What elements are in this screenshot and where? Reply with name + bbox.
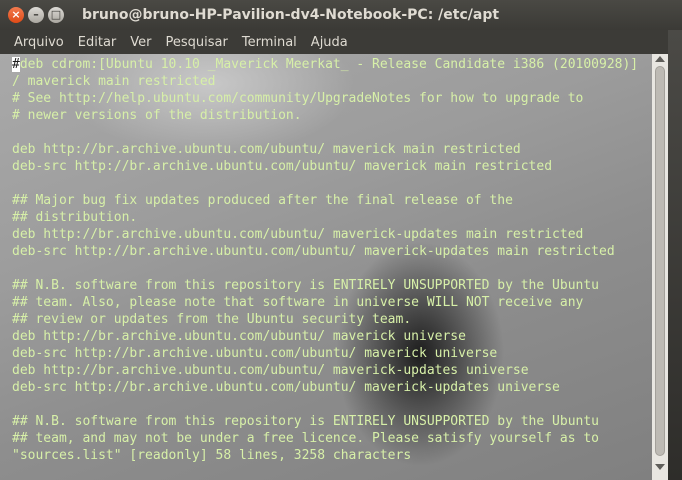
terminal-line: ## team. Also, please note that software… bbox=[12, 295, 584, 310]
terminal-line: #deb cdrom:[Ubuntu 10.10 _Maverick Meerk… bbox=[12, 56, 638, 73]
terminal-line: # newer versions of the distribution. bbox=[12, 108, 302, 123]
terminal-line: ## Major bug fix updates produced after … bbox=[12, 193, 513, 208]
menu-pesquisar[interactable]: Pesquisar bbox=[166, 35, 228, 50]
terminal-area[interactable]: #deb cdrom:[Ubuntu 10.10 _Maverick Meerk… bbox=[0, 54, 652, 480]
terminal-line: deb-src http://br.archive.ubuntu.com/ubu… bbox=[12, 244, 615, 259]
scroll-down-arrow-icon[interactable] bbox=[655, 464, 665, 470]
terminal-line: ## N.B. software from this repository is… bbox=[12, 414, 599, 429]
vertical-scrollbar[interactable] bbox=[652, 54, 668, 480]
terminal-line: deb http://br.archive.ubuntu.com/ubuntu/… bbox=[12, 363, 529, 378]
window-title: bruno@bruno-HP-Pavilion-dv4-Notebook-PC:… bbox=[82, 7, 500, 23]
minimize-icon[interactable]: – bbox=[28, 7, 44, 23]
maximize-icon[interactable]: □ bbox=[48, 7, 64, 23]
terminal-line: / maverick main restricted bbox=[12, 74, 216, 89]
status-line: "sources.list" [readonly] 58 lines, 3258… bbox=[12, 448, 412, 463]
menu-editar[interactable]: Editar bbox=[78, 35, 117, 50]
title-bar: × – □ bruno@bruno-HP-Pavilion-dv4-Notebo… bbox=[0, 0, 682, 30]
menu-ver[interactable]: Ver bbox=[130, 35, 151, 50]
close-icon[interactable]: × bbox=[8, 7, 24, 23]
terminal-line: deb http://br.archive.ubuntu.com/ubuntu/… bbox=[12, 142, 521, 157]
desktop-edge bbox=[668, 30, 682, 480]
terminal-line: ## N.B. software from this repository is… bbox=[12, 278, 599, 293]
window-controls: × – □ bbox=[8, 7, 64, 23]
menu-terminal[interactable]: Terminal bbox=[242, 35, 297, 50]
terminal-line-text: deb cdrom:[Ubuntu 10.10 _Maverick Meerka… bbox=[19, 57, 639, 72]
terminal-line: ## distribution. bbox=[12, 210, 138, 225]
terminal-line: deb-src http://br.archive.ubuntu.com/ubu… bbox=[12, 159, 553, 174]
terminal-line: deb http://br.archive.ubuntu.com/ubuntu/… bbox=[12, 227, 584, 242]
terminal-line: deb http://br.archive.ubuntu.com/ubuntu/… bbox=[12, 329, 466, 344]
menu-bar: Arquivo Editar Ver Pesquisar Terminal Aj… bbox=[0, 30, 682, 54]
terminal-line: deb-src http://br.archive.ubuntu.com/ubu… bbox=[12, 346, 498, 361]
terminal-lines: #deb cdrom:[Ubuntu 10.10 _Maverick Meerk… bbox=[12, 56, 638, 464]
scroll-up-arrow-icon[interactable] bbox=[655, 56, 665, 62]
terminal-line: ## review or updates from the Ubuntu sec… bbox=[12, 312, 412, 327]
menu-arquivo[interactable]: Arquivo bbox=[14, 35, 64, 50]
terminal-line: ## team, and may not be under a free lic… bbox=[12, 431, 599, 446]
menu-ajuda[interactable]: Ajuda bbox=[311, 35, 348, 50]
scroll-thumb[interactable] bbox=[655, 66, 665, 456]
terminal-line: # See http://help.ubuntu.com/community/U… bbox=[12, 91, 584, 106]
text-cursor: # bbox=[12, 57, 20, 72]
terminal-line: deb-src http://br.archive.ubuntu.com/ubu… bbox=[12, 380, 560, 395]
